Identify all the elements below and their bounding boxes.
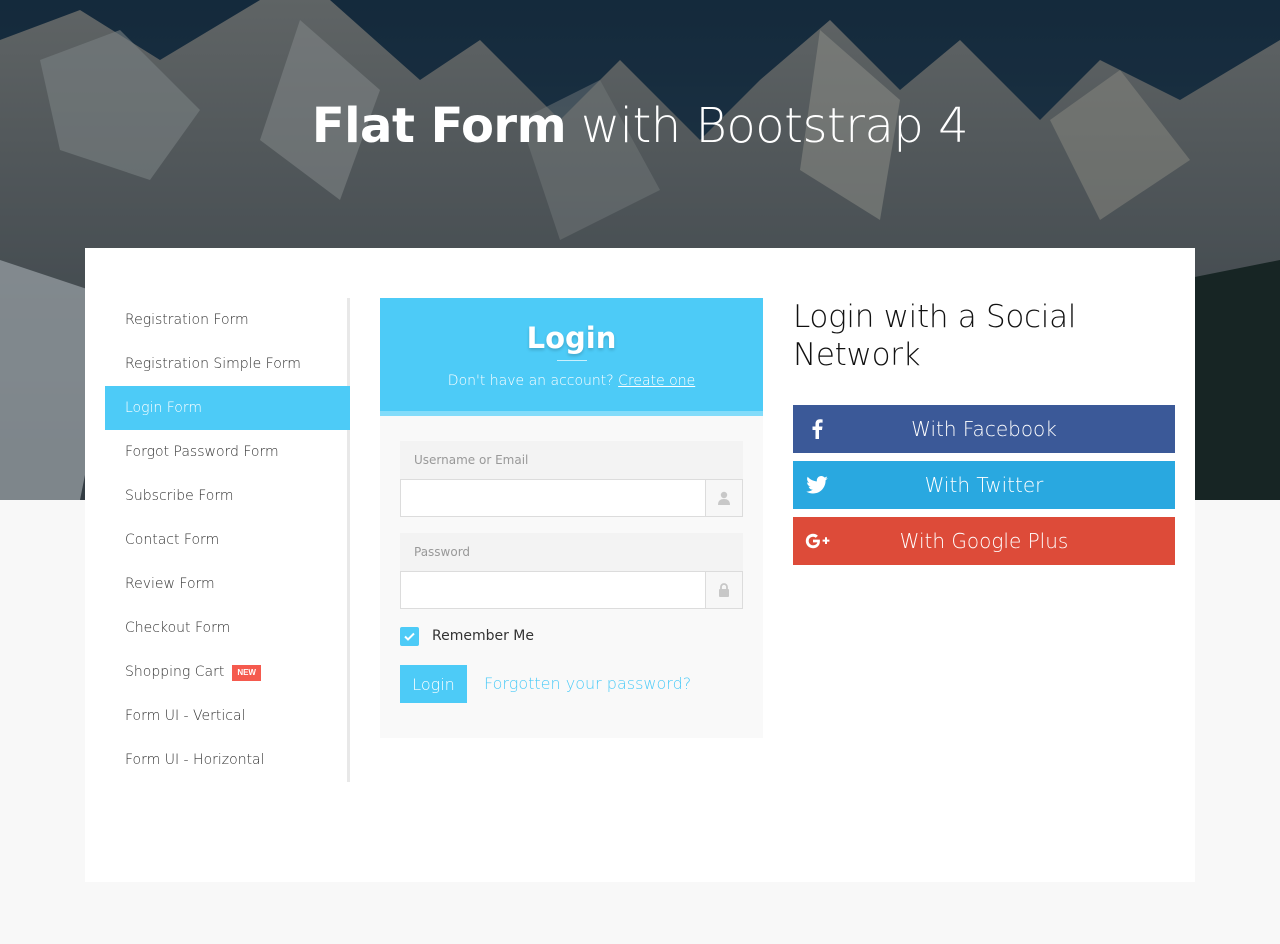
sidebar-item-label: Registration Form — [125, 312, 249, 328]
user-icon — [705, 480, 742, 516]
google-plus-icon — [803, 517, 833, 565]
sidebar-item-label: Checkout Form — [125, 620, 231, 636]
sidebar-item-registration-simple-form[interactable]: Registration Simple Form — [105, 342, 350, 386]
google-plus-login-button[interactable]: With Google Plus — [793, 517, 1175, 565]
sidebar-item-subscribe-form[interactable]: Subscribe Form — [105, 474, 350, 518]
sidebar-item-label: Contact Form — [125, 532, 220, 548]
forgot-password-link[interactable]: Forgotten your password? — [484, 674, 691, 693]
google-plus-label: With Google Plus — [899, 529, 1069, 553]
remember-me-checkbox[interactable] — [400, 626, 419, 646]
sidebar-item-form-ui-vertical[interactable]: Form UI - Vertical — [105, 694, 350, 738]
password-input[interactable] — [401, 572, 705, 608]
sidebar-item-label: Review Form — [125, 576, 215, 592]
sidebar-item-checkout-form[interactable]: Checkout Form — [105, 606, 350, 650]
create-account-link[interactable]: Create one — [618, 373, 695, 389]
facebook-login-button[interactable]: With Facebook — [793, 405, 1175, 453]
facebook-icon — [805, 405, 829, 453]
page-title-rest: with Bootstrap 4 — [566, 98, 969, 154]
remember-me-row: Remember Me — [400, 626, 534, 646]
login-button[interactable]: Login — [400, 665, 467, 703]
main-card: Registration Form Registration Simple Fo… — [85, 248, 1195, 882]
sidebar-item-login-form[interactable]: Login Form — [105, 386, 350, 430]
remember-me-label: Remember Me — [432, 628, 534, 644]
twitter-label: With Twitter — [924, 473, 1044, 497]
check-icon — [404, 632, 415, 641]
username-label: Username or Email — [400, 441, 743, 479]
username-input[interactable] — [401, 480, 705, 516]
signup-prompt: Don't have an account? — [447, 373, 614, 389]
login-panel: Login Don't have an account? Create one … — [380, 298, 763, 738]
sidebar-item-registration-form[interactable]: Registration Form — [105, 298, 350, 342]
sidebar-item-forgot-password-form[interactable]: Forgot Password Form — [105, 430, 350, 474]
sidebar-item-contact-form[interactable]: Contact Form — [105, 518, 350, 562]
social-title: Login with a Social Network — [793, 299, 1077, 373]
login-subtitle: Don't have an account? Create one — [380, 373, 763, 389]
lock-icon — [705, 572, 742, 608]
password-field-group — [400, 571, 743, 609]
facebook-label: With Facebook — [911, 417, 1057, 441]
login-title: Login — [526, 321, 617, 355]
login-header: Login Don't have an account? Create one — [380, 298, 763, 416]
sidebar-item-review-form[interactable]: Review Form — [105, 562, 350, 606]
sidebar-item-label: Shopping Cart — [125, 664, 225, 680]
username-field-group — [400, 479, 743, 517]
sidebar-item-label: Login Form — [125, 400, 202, 416]
page-title-bold: Flat Form — [311, 98, 567, 154]
sidebar-item-label: Forgot Password Form — [125, 444, 279, 460]
password-label: Password — [400, 533, 743, 571]
page-title: Flat Form with Bootstrap 4 — [0, 96, 1280, 156]
sidebar-nav: Registration Form Registration Simple Fo… — [105, 298, 350, 782]
title-divider — [556, 360, 587, 361]
sidebar-item-form-ui-horizontal[interactable]: Form UI - Horizontal — [105, 738, 350, 782]
sidebar-item-shopping-cart[interactable]: Shopping Cart NEW — [105, 650, 350, 694]
twitter-login-button[interactable]: With Twitter — [793, 461, 1175, 509]
sidebar-item-label: Registration Simple Form — [125, 356, 301, 372]
sidebar-item-label: Subscribe Form — [125, 488, 234, 504]
new-badge: NEW — [232, 665, 261, 681]
sidebar-item-label: Form UI - Vertical — [125, 708, 246, 724]
twitter-icon — [805, 461, 829, 509]
sidebar-item-label: Form UI - Horizontal — [125, 752, 265, 768]
social-login-section: Login with a Social Network With Faceboo… — [793, 298, 1175, 565]
